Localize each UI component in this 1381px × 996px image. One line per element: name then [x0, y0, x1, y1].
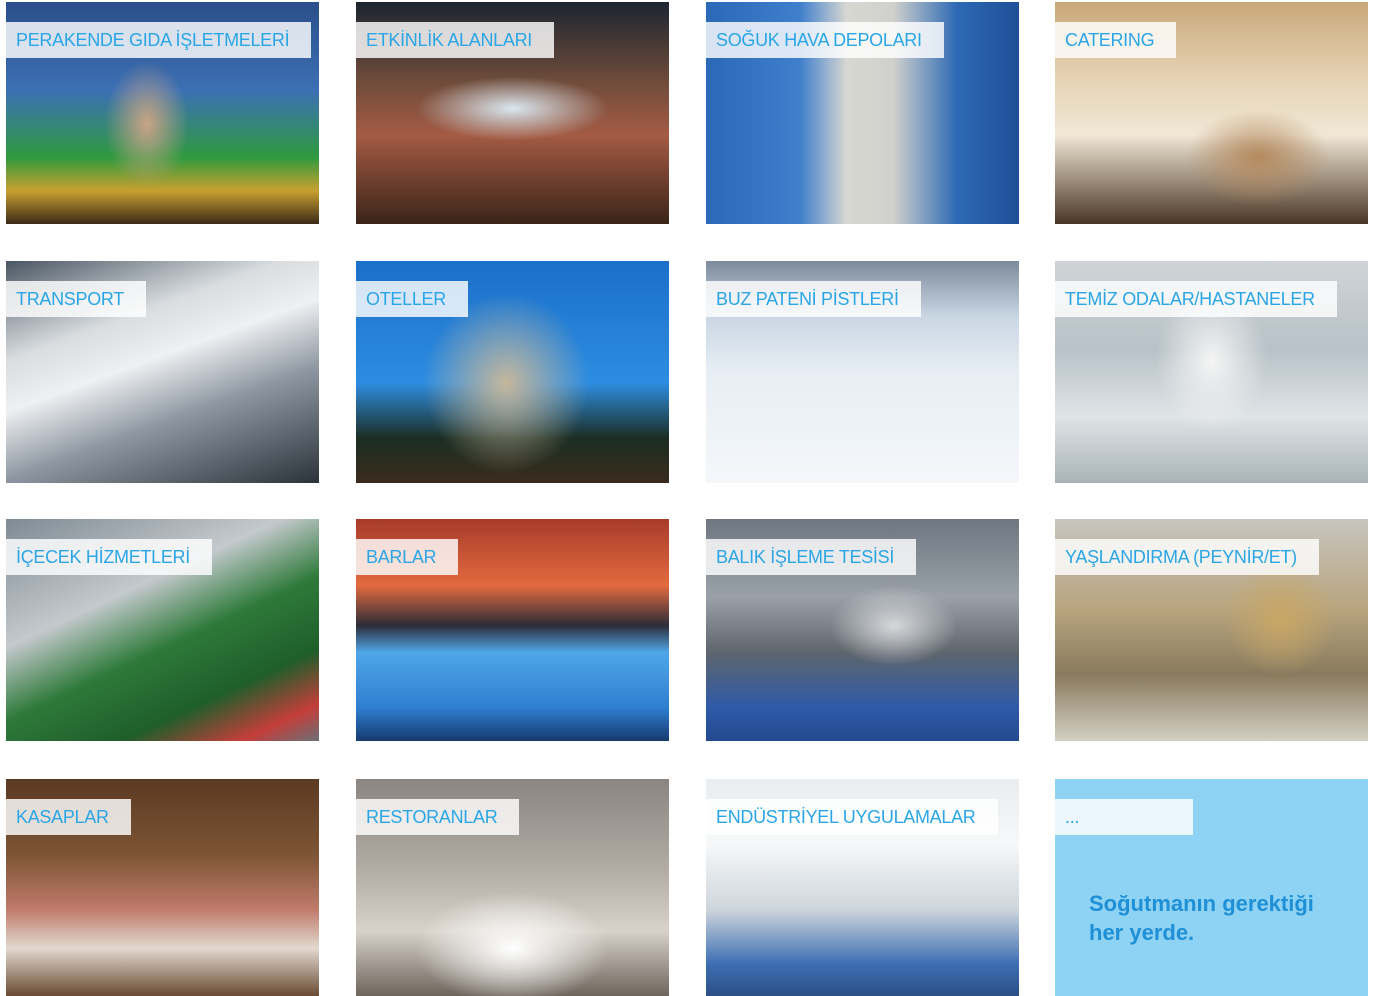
- ellipsis-label: ...: [1055, 799, 1193, 835]
- tile-fish-processing[interactable]: BALIK İŞLEME TESİSİ: [706, 519, 1019, 741]
- tile-clean-rooms[interactable]: TEMİZ ODALAR/HASTANELER: [1055, 261, 1368, 483]
- tile-label: SOĞUK HAVA DEPOLARI: [706, 22, 944, 58]
- tile-butchers[interactable]: KASAPLAR: [6, 779, 319, 996]
- tile-label: KASAPLAR: [6, 799, 131, 835]
- tile-label: OTELLER: [356, 281, 468, 317]
- tile-label: PERAKENDE GIDA İŞLETMELERİ: [6, 22, 312, 58]
- tile-label: RESTORANLAR: [356, 799, 520, 835]
- tile-label: TEMİZ ODALAR/HASTANELER: [1055, 281, 1337, 317]
- tile-cold-storage[interactable]: SOĞUK HAVA DEPOLARI: [706, 2, 1019, 224]
- tile-transport[interactable]: TRANSPORT: [6, 261, 319, 483]
- tile-catering[interactable]: CATERING: [1055, 2, 1368, 224]
- tile-label: İÇECEK HİZMETLERİ: [6, 539, 212, 575]
- tile-hotels[interactable]: OTELLER: [356, 261, 669, 483]
- tile-label: BALIK İŞLEME TESİSİ: [706, 539, 917, 575]
- tile-label: BARLAR: [356, 539, 459, 575]
- tile-label: ENDÜSTRİYEL UYGULAMALAR: [706, 799, 998, 835]
- tile-label: BUZ PATENİ PİSTLERİ: [706, 281, 921, 317]
- slogan-line-2: her yerde.: [1089, 920, 1195, 945]
- tile-label: CATERING: [1055, 22, 1177, 58]
- tile-label: TRANSPORT: [6, 281, 146, 317]
- tile-ice-rinks[interactable]: BUZ PATENİ PİSTLERİ: [706, 261, 1019, 483]
- tile-industrial[interactable]: ENDÜSTRİYEL UYGULAMALAR: [706, 779, 1019, 996]
- slogan-line-1: Soğutmanın gerektiği: [1089, 891, 1314, 916]
- tile-restaurants[interactable]: RESTORANLAR: [356, 779, 669, 996]
- slogan: Soğutmanın gerektiği her yerde.: [1089, 889, 1359, 947]
- tile-label: ETKİNLİK ALANLARI: [356, 22, 554, 58]
- tile-aging[interactable]: YAŞLANDIRMA (PEYNİR/ET): [1055, 519, 1368, 741]
- tile-retail-food[interactable]: PERAKENDE GIDA İŞLETMELERİ: [6, 2, 319, 224]
- tile-beverage-services[interactable]: İÇECEK HİZMETLERİ: [6, 519, 319, 741]
- tile-event-venues[interactable]: ETKİNLİK ALANLARI: [356, 2, 669, 224]
- more-applications-panel: ... Soğutmanın gerektiği her yerde.: [1055, 779, 1368, 996]
- tile-label: YAŞLANDIRMA (PEYNİR/ET): [1055, 539, 1319, 575]
- tile-bars[interactable]: BARLAR: [356, 519, 669, 741]
